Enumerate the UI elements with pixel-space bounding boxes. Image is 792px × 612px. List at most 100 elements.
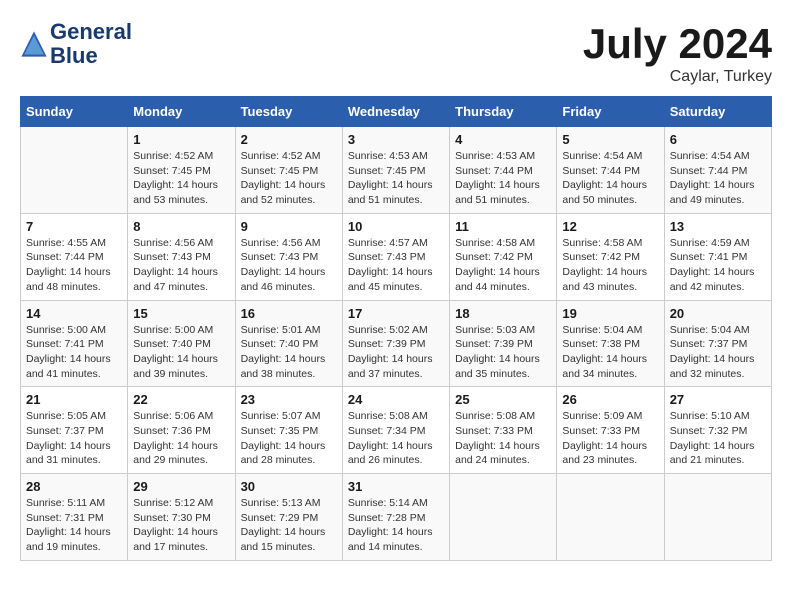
day-info: Sunrise: 4:58 AM Sunset: 7:42 PM Dayligh… [562,236,658,295]
calendar-week-1: 1 Sunrise: 4:52 AM Sunset: 7:45 PM Daylig… [21,127,772,214]
day-info: Sunrise: 4:53 AM Sunset: 7:45 PM Dayligh… [348,149,444,208]
calendar-cell: 10 Sunrise: 4:57 AM Sunset: 7:43 PM Dayli… [342,213,449,300]
day-info: Sunrise: 5:11 AM Sunset: 7:31 PM Dayligh… [26,496,122,555]
day-info: Sunrise: 5:08 AM Sunset: 7:33 PM Dayligh… [455,409,551,468]
day-number: 11 [455,219,551,234]
col-header-wednesday: Wednesday [342,97,449,127]
calendar-cell: 29 Sunrise: 5:12 AM Sunset: 7:30 PM Dayli… [128,474,235,561]
location-subtitle: Caylar, Turkey [583,68,772,86]
day-info: Sunrise: 4:58 AM Sunset: 7:42 PM Dayligh… [455,236,551,295]
day-number: 13 [670,219,766,234]
calendar-cell: 19Sunrise: 5:04 AM Sunset: 7:38 PM Dayli… [557,300,664,387]
day-number: 8 [133,219,229,234]
day-info: Sunrise: 5:00 AM Sunset: 7:40 PM Dayligh… [133,323,229,382]
calendar-cell: 13 Sunrise: 4:59 AM Sunset: 7:41 PM Dayli… [664,213,771,300]
calendar-table: SundayMondayTuesdayWednesdayThursdayFrid… [20,96,772,561]
calendar-header-row: SundayMondayTuesdayWednesdayThursdayFrid… [21,97,772,127]
page-header: General Blue July 2024 Caylar, Turkey [20,20,772,86]
calendar-cell: 26 Sunrise: 5:09 AM Sunset: 7:33 PM Dayli… [557,387,664,474]
day-number: 3 [348,132,444,147]
day-number: 4 [455,132,551,147]
calendar-cell: 21Sunrise: 5:05 AM Sunset: 7:37 PM Dayli… [21,387,128,474]
day-number: 6 [670,132,766,147]
day-number: 24 [348,392,444,407]
calendar-cell: 6 Sunrise: 4:54 AM Sunset: 7:44 PM Daylig… [664,127,771,214]
day-number: 5 [562,132,658,147]
calendar-cell: 2 Sunrise: 4:52 AM Sunset: 7:45 PM Daylig… [235,127,342,214]
col-header-sunday: Sunday [21,97,128,127]
day-number: 19 [562,306,658,321]
day-number: 27 [670,392,766,407]
logo-icon [20,30,48,58]
calendar-cell: 5 Sunrise: 4:54 AM Sunset: 7:44 PM Daylig… [557,127,664,214]
day-info: Sunrise: 4:56 AM Sunset: 7:43 PM Dayligh… [241,236,337,295]
day-number: 29 [133,479,229,494]
calendar-cell: 16Sunrise: 5:01 AM Sunset: 7:40 PM Dayli… [235,300,342,387]
day-number: 25 [455,392,551,407]
day-info: Sunrise: 5:14 AM Sunset: 7:28 PM Dayligh… [348,496,444,555]
calendar-cell: 24Sunrise: 5:08 AM Sunset: 7:34 PM Dayli… [342,387,449,474]
calendar-cell [557,474,664,561]
day-number: 26 [562,392,658,407]
day-number: 21 [26,392,122,407]
day-number: 22 [133,392,229,407]
day-info: Sunrise: 5:02 AM Sunset: 7:39 PM Dayligh… [348,323,444,382]
day-info: Sunrise: 4:54 AM Sunset: 7:44 PM Dayligh… [562,149,658,208]
day-info: Sunrise: 5:04 AM Sunset: 7:37 PM Dayligh… [670,323,766,382]
calendar-cell: 11 Sunrise: 4:58 AM Sunset: 7:42 PM Dayli… [450,213,557,300]
calendar-cell [664,474,771,561]
title-area: July 2024 Caylar, Turkey [583,20,772,86]
day-number: 10 [348,219,444,234]
day-info: Sunrise: 5:00 AM Sunset: 7:41 PM Dayligh… [26,323,122,382]
logo-text: General Blue [50,20,132,68]
day-number: 31 [348,479,444,494]
day-number: 7 [26,219,122,234]
day-info: Sunrise: 4:52 AM Sunset: 7:45 PM Dayligh… [241,149,337,208]
day-number: 23 [241,392,337,407]
day-number: 2 [241,132,337,147]
calendar-cell: 18Sunrise: 5:03 AM Sunset: 7:39 PM Dayli… [450,300,557,387]
calendar-cell: 1 Sunrise: 4:52 AM Sunset: 7:45 PM Daylig… [128,127,235,214]
day-info: Sunrise: 4:54 AM Sunset: 7:44 PM Dayligh… [670,149,766,208]
day-number: 17 [348,306,444,321]
day-info: Sunrise: 4:52 AM Sunset: 7:45 PM Dayligh… [133,149,229,208]
calendar-cell: 30 Sunrise: 5:13 AM Sunset: 7:29 PM Dayli… [235,474,342,561]
calendar-cell: 31 Sunrise: 5:14 AM Sunset: 7:28 PM Dayli… [342,474,449,561]
calendar-cell: 15 Sunrise: 5:00 AM Sunset: 7:40 PM Dayli… [128,300,235,387]
day-info: Sunrise: 5:12 AM Sunset: 7:30 PM Dayligh… [133,496,229,555]
day-number: 30 [241,479,337,494]
col-header-thursday: Thursday [450,97,557,127]
calendar-cell: 9Sunrise: 4:56 AM Sunset: 7:43 PM Daylig… [235,213,342,300]
calendar-cell: 28 Sunrise: 5:11 AM Sunset: 7:31 PM Dayli… [21,474,128,561]
day-info: Sunrise: 4:55 AM Sunset: 7:44 PM Dayligh… [26,236,122,295]
day-info: Sunrise: 5:13 AM Sunset: 7:29 PM Dayligh… [241,496,337,555]
calendar-cell: 22 Sunrise: 5:06 AM Sunset: 7:36 PM Dayli… [128,387,235,474]
calendar-week-3: 14 Sunrise: 5:00 AM Sunset: 7:41 PM Dayli… [21,300,772,387]
day-number: 1 [133,132,229,147]
col-header-tuesday: Tuesday [235,97,342,127]
day-info: Sunrise: 4:59 AM Sunset: 7:41 PM Dayligh… [670,236,766,295]
col-header-friday: Friday [557,97,664,127]
col-header-monday: Monday [128,97,235,127]
day-number: 16 [241,306,337,321]
day-info: Sunrise: 5:09 AM Sunset: 7:33 PM Dayligh… [562,409,658,468]
day-info: Sunrise: 4:53 AM Sunset: 7:44 PM Dayligh… [455,149,551,208]
day-info: Sunrise: 5:03 AM Sunset: 7:39 PM Dayligh… [455,323,551,382]
calendar-cell: 8Sunrise: 4:56 AM Sunset: 7:43 PM Daylig… [128,213,235,300]
month-title: July 2024 [583,20,772,68]
col-header-saturday: Saturday [664,97,771,127]
day-number: 28 [26,479,122,494]
day-number: 15 [133,306,229,321]
calendar-cell [450,474,557,561]
day-info: Sunrise: 5:07 AM Sunset: 7:35 PM Dayligh… [241,409,337,468]
day-number: 14 [26,306,122,321]
calendar-week-2: 7 Sunrise: 4:55 AM Sunset: 7:44 PM Daylig… [21,213,772,300]
calendar-cell: 20 Sunrise: 5:04 AM Sunset: 7:37 PM Dayli… [664,300,771,387]
day-info: Sunrise: 5:06 AM Sunset: 7:36 PM Dayligh… [133,409,229,468]
day-number: 20 [670,306,766,321]
calendar-cell: 25 Sunrise: 5:08 AM Sunset: 7:33 PM Dayli… [450,387,557,474]
calendar-cell: 7 Sunrise: 4:55 AM Sunset: 7:44 PM Daylig… [21,213,128,300]
day-info: Sunrise: 4:57 AM Sunset: 7:43 PM Dayligh… [348,236,444,295]
calendar-cell: 4 Sunrise: 4:53 AM Sunset: 7:44 PM Daylig… [450,127,557,214]
calendar-cell: 12Sunrise: 4:58 AM Sunset: 7:42 PM Dayli… [557,213,664,300]
